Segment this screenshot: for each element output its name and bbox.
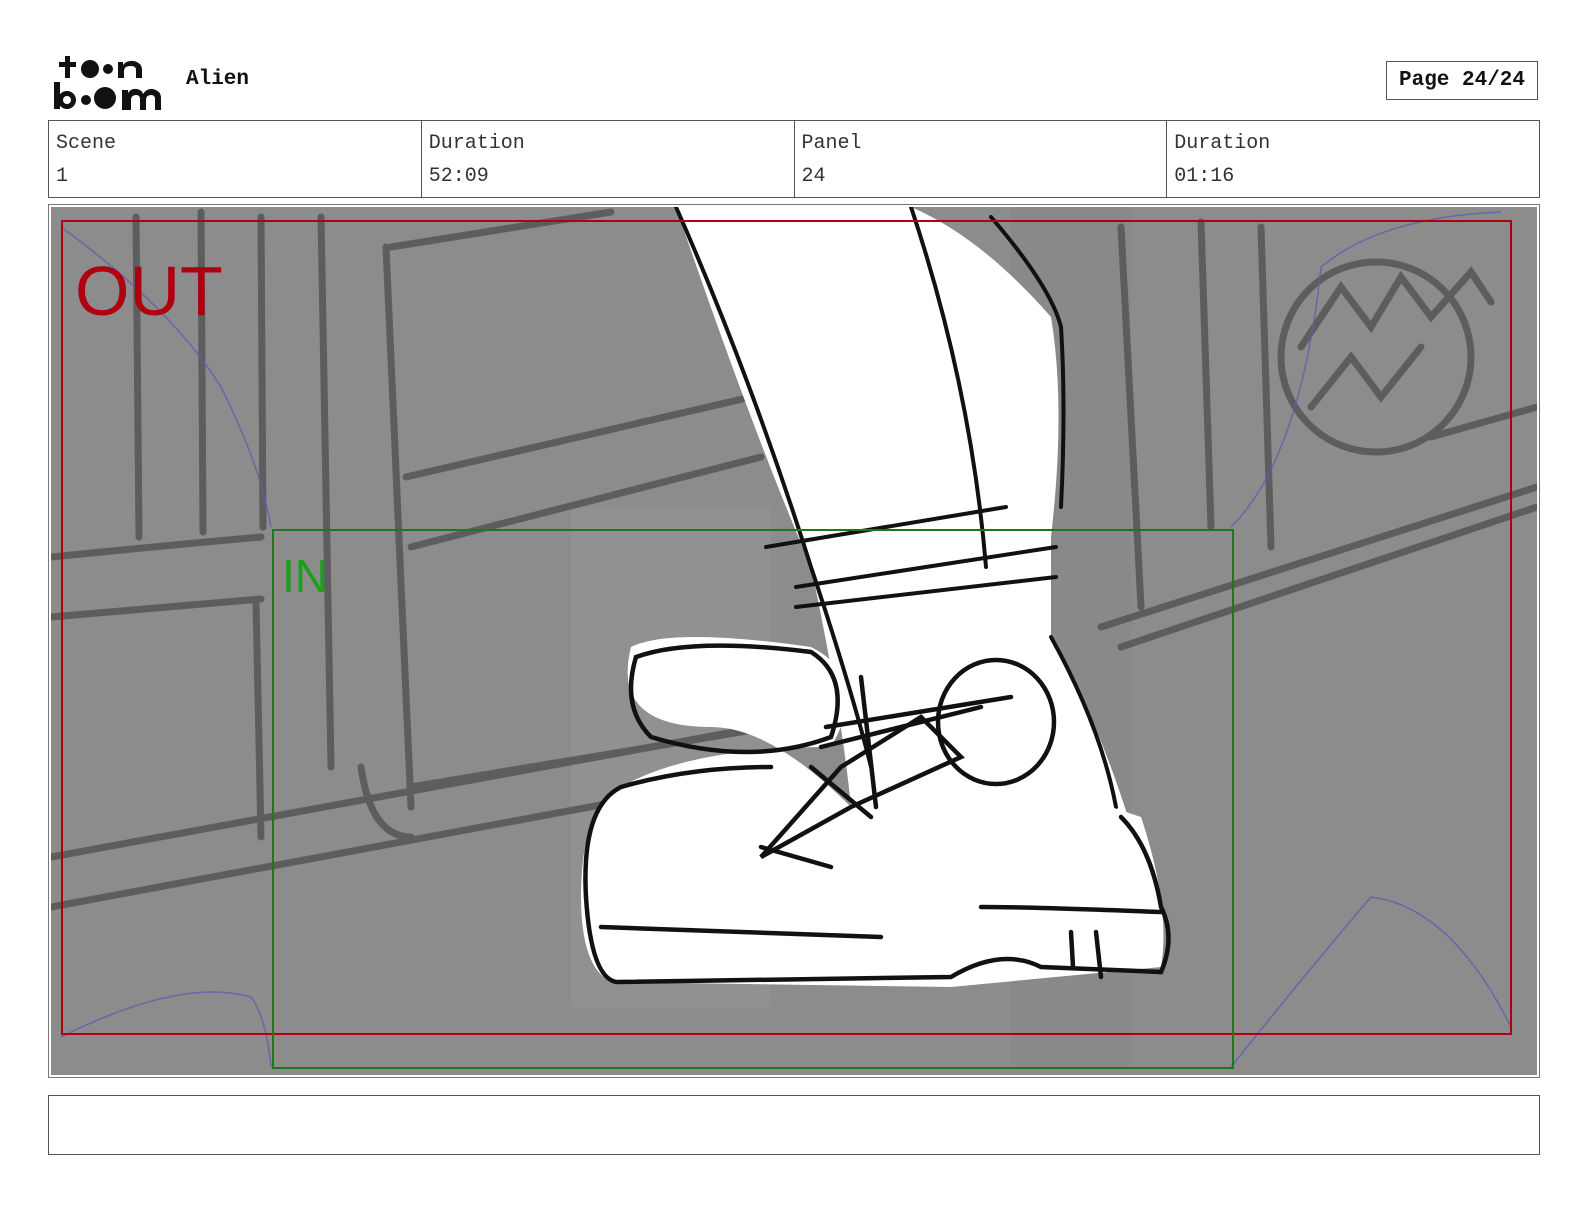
page-label: Page 24/24 xyxy=(1398,69,1526,92)
panel-label: Panel xyxy=(801,132,862,155)
scene-info-table: Scene 1 Duration 52:09 Panel 24 Duration… xyxy=(48,120,1540,198)
storyboard-panel-drawing: OUT IN xyxy=(51,207,1537,1075)
panel-value: 24 xyxy=(801,165,826,188)
scene-duration-label: Duration xyxy=(428,132,525,155)
notes-text xyxy=(49,1096,1539,1112)
panel-duration-label: Duration xyxy=(1174,132,1271,155)
in-label: IN xyxy=(282,550,328,602)
panel-cell: Panel 24 xyxy=(795,121,1168,197)
project-title: Alien xyxy=(186,68,250,91)
page-indicator: Page 24/24 xyxy=(1386,61,1538,100)
scene-duration-value: 52:09 xyxy=(428,165,489,188)
scene-duration-cell: Duration 52:09 xyxy=(422,121,795,197)
toon-boom-logo xyxy=(54,56,161,110)
scene-value: 1 xyxy=(56,165,69,188)
scene-label: Scene xyxy=(56,132,117,155)
scene-cell: Scene 1 xyxy=(49,121,422,197)
notes-box xyxy=(48,1095,1540,1155)
panel-duration-cell: Duration 01:16 xyxy=(1167,121,1539,197)
out-label: OUT xyxy=(75,252,223,330)
panel-duration-value: 01:16 xyxy=(1174,165,1235,188)
